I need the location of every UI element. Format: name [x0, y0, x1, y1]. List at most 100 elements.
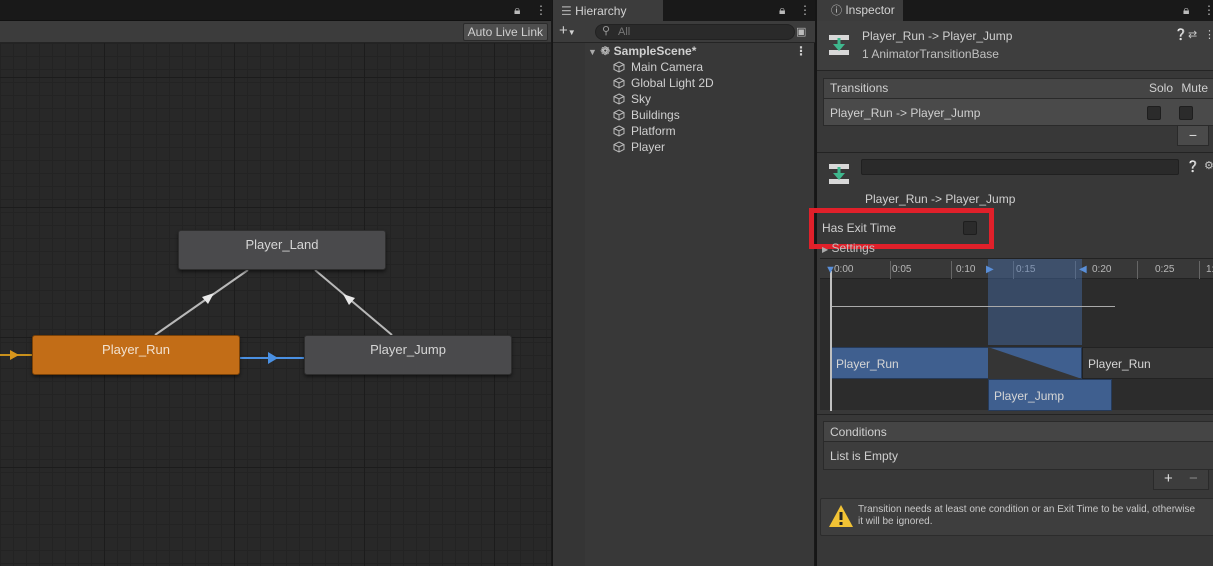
source-clip-repeat-bar[interactable]: Player_Run — [1082, 347, 1213, 379]
remove-condition-button[interactable]: − — [1189, 470, 1198, 488]
component-menu-icon[interactable]: ⋮ — [1204, 28, 1213, 41]
settings-gear-icon[interactable]: ⚙ — [1204, 159, 1213, 172]
add-condition-button[interactable]: + — [1164, 470, 1173, 488]
gameobject-icon — [613, 125, 625, 137]
lock-icon[interactable]: 🔒︎ — [1183, 3, 1189, 18]
transition-end-marker-icon[interactable]: ◀ — [1079, 264, 1087, 275]
hierarchy-item[interactable]: Sky — [585, 91, 815, 107]
hierarchy-item[interactable]: Global Light 2D — [585, 75, 815, 91]
hierarchy-toolbar: +▼ ⚲ All ▣ — [553, 21, 815, 43]
hierarchy-panel: ☰ Hierarchy 🔒︎ ⋮ +▼ ⚲ All ▣ ▼ ❁ SampleSc… — [552, 0, 815, 566]
hierarchy-item-label: Global Light 2D — [631, 76, 714, 90]
timeline-tick — [1137, 261, 1138, 279]
blend-wedge — [988, 347, 1082, 379]
add-dropdown-button[interactable]: +▼ — [559, 23, 576, 41]
animator-toolbar: Auto Live Link — [0, 21, 551, 43]
scene-name: SampleScene* — [613, 44, 697, 58]
state-player-jump[interactable]: Player_Jump — [304, 335, 512, 375]
inspector-tab-bar: ⓘ Inspector 🔒︎ ⋮ — [817, 0, 1213, 21]
transition-start-marker-icon[interactable]: ▶ — [986, 264, 994, 275]
source-clip-label: Player_Run — [836, 357, 899, 371]
more-options-icon[interactable]: ⋮ — [535, 3, 547, 17]
animator-tab-bar: 🔒︎ ⋮ — [0, 0, 551, 21]
unity-scene-icon: ❁ — [600, 44, 611, 58]
transition-icon — [829, 35, 849, 55]
section-divider — [817, 152, 1213, 153]
conditions-header-label: Conditions — [830, 425, 887, 439]
timeline-tick-label: 0:05 — [892, 264, 912, 275]
hierarchy-item-label: Buildings — [631, 108, 680, 122]
tab-inspector[interactable]: ⓘ Inspector — [817, 0, 903, 21]
conditions-header: Conditions — [823, 421, 1213, 442]
scene-row[interactable]: ▼ ❁ SampleScene* ⋮ — [585, 43, 815, 59]
hierarchy-tab-label: Hierarchy — [575, 4, 627, 18]
gameobject-icon — [613, 109, 625, 121]
hierarchy-item[interactable]: Player — [585, 139, 815, 155]
conditions-empty-text: List is Empty — [830, 449, 899, 463]
transition-edges — [0, 269, 393, 364]
playhead-marker-icon[interactable]: ▼ — [825, 264, 836, 276]
inspector-panel: ⓘ Inspector 🔒︎ ⋮ Player_Run -> Player_Ju… — [809, 0, 1213, 566]
settings-foldout[interactable]: ▶ Settings — [822, 241, 875, 255]
transition-detail-title: Player_Run -> Player_Jump — [865, 192, 1016, 206]
transition-arrow-icon — [202, 293, 214, 304]
transition-curve — [832, 306, 1115, 307]
transitions-header-label: Transitions — [830, 81, 889, 95]
gameobject-icon — [613, 93, 625, 105]
section-divider — [817, 414, 1213, 415]
transition-list-item[interactable]: Player_Run -> Player_Jump — [823, 98, 1213, 126]
expand-arrow-icon[interactable]: ▼ — [588, 47, 597, 57]
scene-options-icon[interactable]: ⋮ — [795, 43, 807, 59]
hierarchy-item[interactable]: Buildings — [585, 107, 815, 123]
dest-clip-label: Player_Jump — [994, 389, 1065, 403]
hierarchy-item-label: Sky — [631, 92, 652, 106]
gameobject-icon — [613, 61, 625, 73]
lock-icon[interactable]: 🔒︎ — [779, 3, 785, 18]
transition-name: Player_Run -> Player_Jump — [830, 106, 981, 120]
inspector-title: Player_Run -> Player_Jump — [862, 29, 1013, 43]
help-icon[interactable]: ❔ — [1174, 28, 1188, 41]
transition-timeline[interactable]: 0:00 0:05 0:10 0:15 0:20 0:25 1: ▶ ◀ Pla… — [820, 258, 1213, 411]
conditions-list: List is Empty — [823, 442, 1213, 470]
lock-icon[interactable]: 🔒︎ — [514, 3, 520, 18]
transition-range-highlight[interactable] — [988, 259, 1082, 345]
filter-icon[interactable]: ▣ — [796, 25, 806, 38]
solo-column-label: Solo — [1148, 81, 1173, 95]
timeline-tick-label: 0:25 — [1155, 264, 1175, 275]
more-options-icon[interactable]: ⋮ — [799, 3, 811, 17]
transition-name-field[interactable] — [861, 159, 1179, 175]
info-icon: ⓘ — [831, 5, 842, 17]
hierarchy-gutter — [553, 43, 585, 566]
transitions-list-header: Transitions Solo Mute — [823, 78, 1213, 98]
presets-icon[interactable]: ⇄ — [1188, 28, 1197, 41]
hierarchy-item[interactable]: Main Camera — [585, 59, 815, 75]
warning-text: Transition needs at least one condition … — [858, 504, 1196, 527]
inspector-tab-label: Inspector — [845, 3, 895, 17]
help-icon[interactable]: ❔ — [1186, 160, 1200, 173]
auto-live-link-button[interactable]: Auto Live Link — [462, 23, 548, 41]
hierarchy-item-label: Platform — [631, 124, 676, 138]
timeline-tick — [951, 261, 952, 279]
timeline-tick — [890, 261, 891, 279]
timeline-cursor[interactable] — [830, 271, 832, 411]
settings-label: Settings — [831, 241, 875, 255]
hierarchy-item-label: Player — [631, 140, 666, 154]
state-player-land[interactable]: Player_Land — [178, 230, 386, 270]
timeline-tick-label: 0:00 — [834, 264, 854, 275]
more-options-icon[interactable]: ⋮ — [1203, 3, 1213, 17]
solo-checkbox[interactable] — [1147, 106, 1161, 120]
inspector-header: Player_Run -> Player_Jump 1 AnimatorTran… — [817, 21, 1213, 71]
tab-hierarchy[interactable]: ☰ Hierarchy — [553, 0, 663, 21]
mute-column-label: Mute — [1181, 81, 1208, 95]
warning-icon — [829, 505, 853, 527]
remove-transition-button[interactable]: − — [1177, 126, 1209, 146]
mute-checkbox[interactable] — [1179, 106, 1193, 120]
state-player-run[interactable]: Player_Run — [32, 335, 240, 375]
hierarchy-item-label: Main Camera — [631, 60, 704, 74]
timeline-tick-label: 0:10 — [956, 264, 976, 275]
transition-icon — [829, 164, 849, 184]
hierarchy-item[interactable]: Platform — [585, 123, 815, 139]
search-placeholder: All — [618, 26, 631, 38]
dest-clip-bar[interactable]: Player_Jump — [988, 379, 1112, 411]
hierarchy-search-input[interactable]: ⚲ All — [595, 24, 795, 40]
